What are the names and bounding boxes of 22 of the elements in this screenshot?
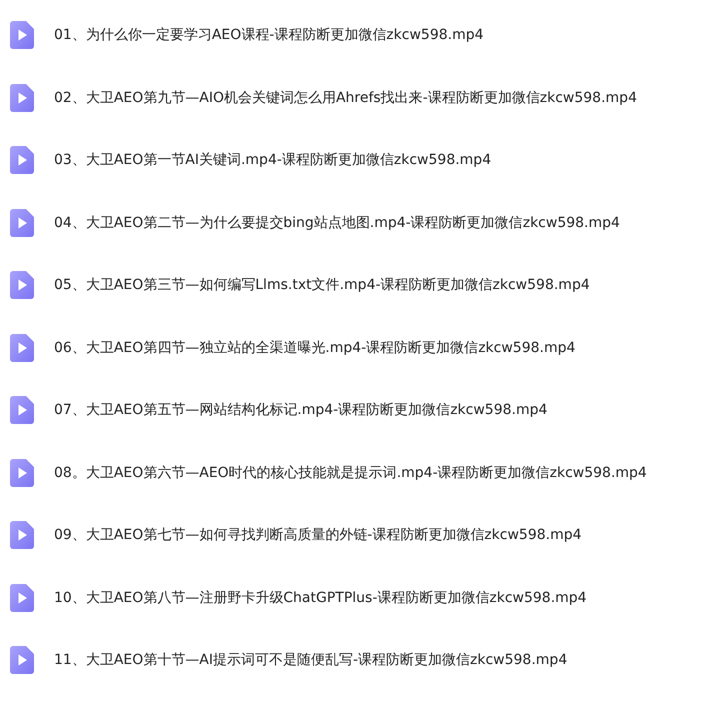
file-name[interactable]: 11、大卫AEO第十节—AI提示词可不是随便乱写-课程防断更加微信zkcw598.mp4 — [54, 651, 568, 670]
video-file-icon — [10, 146, 34, 174]
video-file-icon — [10, 208, 34, 237]
file-name[interactable]: 08。大卫AEO第六节—AEO时代的核心技能就是提示词.mp4-课程防断更加微信zkcw598.mp4 — [54, 464, 647, 482]
file-name[interactable]: 05、大卫AEO第三节—如何编写Llms.txt文件.mp4-课程防断更加微信zkcw598.mp4 — [54, 276, 590, 294]
video-file-icon — [10, 646, 34, 674]
file-name[interactable]: 07、大卫AEO第五节—网站结构化标记.mp4-课程防断更加微信zkcw598.mp4 — [54, 401, 548, 420]
video-file-icon — [10, 21, 34, 50]
video-file-icon — [10, 521, 34, 550]
video-file-icon — [10, 584, 34, 612]
file-name[interactable]: 09、大卫AEO第七节—如何寻找判断高质量的外链-课程防断更加微信zkcw598.mp4 — [54, 526, 582, 544]
file-name[interactable]: 01、为什么你一定要学习AEO课程-课程防断更加微信zkcw598.mp4 — [54, 26, 484, 44]
video-file-icon — [10, 84, 34, 112]
file-name[interactable]: 02、大卫AEO第九节—AIO机会关键词怎么用Ahrefs找出来-课程防断更加微信zkcw598.mp4 — [54, 88, 637, 107]
file-name[interactable]: 04、大卫AEO第二节—为什么要提交bing站点地图.mp4-课程防断更加微信zkcw598.mp4 — [54, 214, 620, 232]
file-name[interactable]: 03、大卫AEO第一节AI关键词.mp4-课程防断更加微信zkcw598.mp4 — [54, 151, 492, 170]
video-file-icon — [10, 458, 34, 487]
video-file-icon — [10, 334, 34, 362]
video-file-icon — [10, 396, 34, 424]
file-name[interactable]: 06、大卫AEO第四节—独立站的全渠道曝光.mp4-课程防断更加微信zkcw598.mp4 — [54, 338, 576, 357]
file-name[interactable]: 10、大卫AEO第八节—注册野卡升级ChatGPTPlus-课程防断更加微信zkcw598.mp4 — [54, 588, 587, 607]
video-file-icon — [10, 271, 34, 300]
